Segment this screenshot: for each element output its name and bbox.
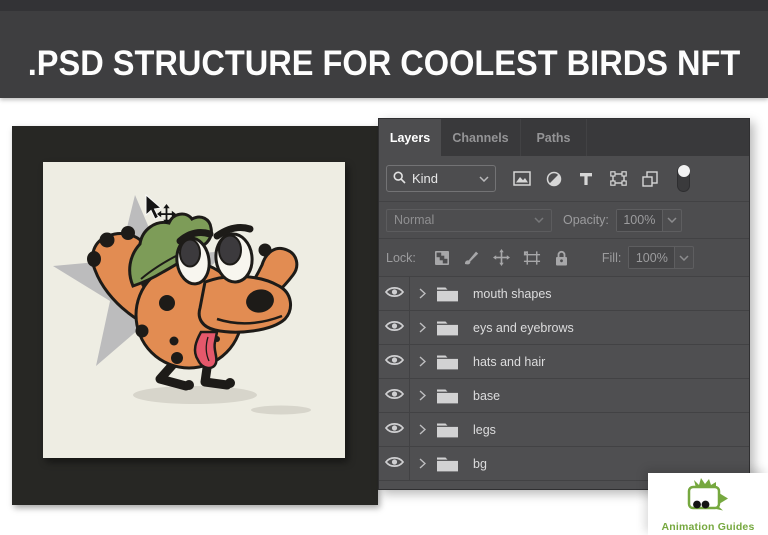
layer-name: base [473, 388, 501, 403]
eye-icon [384, 320, 404, 335]
layer-filter-row: Kind [379, 156, 749, 202]
lock-row: Lock: Fill: 100% [379, 239, 749, 277]
layer-name: eys and eyebrows [473, 320, 574, 335]
lock-position-icon[interactable] [493, 249, 511, 266]
chevron-down-icon [479, 175, 489, 182]
fill-value: 100% [629, 247, 675, 268]
tab-layers-label: Layers [389, 130, 431, 145]
tab-layers[interactable]: Layers [379, 119, 441, 156]
adjustment-layer-filter-icon[interactable] [545, 171, 563, 187]
ground-shadow [133, 386, 257, 404]
pixel-layer-filter-icon[interactable] [513, 171, 531, 186]
visibility-toggle[interactable] [379, 447, 410, 480]
tongue [193, 330, 219, 370]
header-banner: .PSD STRUCTURE FOR COOLEST BIRDS NFT [0, 0, 768, 98]
blend-mode-row: Normal Opacity: 100% [379, 202, 749, 239]
group-folder-icon [436, 353, 459, 370]
brand-logo-card: Animation Guides [648, 473, 768, 535]
eye-icon [384, 422, 404, 437]
visibility-toggle[interactable] [379, 277, 410, 310]
expand-chevron-icon[interactable] [419, 356, 426, 367]
layer-list: mouth shapes eys and eyebrows hats and h… [379, 277, 749, 481]
canvas-pasteboard [12, 126, 378, 505]
opacity-control[interactable]: 100% [615, 208, 682, 232]
lock-artboard-icon[interactable] [523, 250, 541, 266]
visibility-toggle[interactable] [379, 345, 410, 378]
layer-row-eys-and-eyebrows[interactable]: eys and eyebrows [379, 311, 749, 345]
layer-name: bg [473, 456, 487, 471]
page-title: .PSD STRUCTURE FOR COOLEST BIRDS NFT [27, 44, 741, 83]
page: .PSD STRUCTURE FOR COOLEST BIRDS NFT Lay… [0, 0, 768, 535]
layer-name: hats and hair [473, 354, 546, 369]
tab-channels-label: Channels [452, 130, 509, 145]
panel-tabstrip: Layers Channels Paths [379, 119, 749, 156]
brand-logo-text: Animation Guides [661, 521, 755, 533]
opacity-label: Opacity: [563, 213, 609, 227]
expand-chevron-icon[interactable] [419, 322, 426, 333]
canvas-surface[interactable] [43, 162, 345, 458]
type-layer-filter-icon[interactable] [577, 172, 595, 186]
visibility-toggle[interactable] [379, 379, 410, 412]
search-icon [393, 170, 406, 187]
fill-label: Fill: [601, 250, 622, 265]
layers-panel: Layers Channels Paths Kind Normal Opacit… [378, 118, 750, 490]
lock-transparency-icon[interactable] [433, 250, 451, 266]
expand-chevron-icon[interactable] [419, 390, 426, 401]
group-folder-icon [436, 421, 459, 438]
group-folder-icon [436, 455, 459, 472]
header-top-strip [0, 0, 768, 11]
layer-row-base[interactable]: base [379, 379, 749, 413]
bird-logo-icon [676, 476, 740, 521]
filter-toggle[interactable] [677, 165, 690, 192]
fill-control[interactable]: 100% [628, 246, 695, 269]
expand-chevron-icon[interactable] [419, 424, 426, 435]
lock-all-icon[interactable] [553, 250, 571, 266]
filter-toggle-ball [678, 165, 690, 177]
eye-icon [384, 456, 404, 471]
layer-row-mouth-shapes[interactable]: mouth shapes [379, 277, 749, 311]
filter-kind-dropdown[interactable]: Kind [386, 165, 496, 192]
filter-kind-label: Kind [412, 171, 439, 186]
tab-paths-label: Paths [536, 130, 571, 145]
chevron-down-icon [674, 247, 693, 268]
visibility-toggle[interactable] [379, 413, 410, 446]
group-folder-icon [436, 285, 459, 302]
shape-layer-filter-icon[interactable] [609, 171, 627, 186]
layer-row-hats-and-hair[interactable]: hats and hair [379, 345, 749, 379]
chevron-down-icon [534, 217, 544, 223]
eye-icon [384, 286, 404, 301]
lock-pixels-icon[interactable] [463, 249, 481, 266]
lock-label: Lock: [386, 250, 416, 265]
chevron-down-icon [661, 209, 681, 231]
ground-shadow-small [251, 405, 311, 415]
expand-chevron-icon[interactable] [419, 288, 426, 299]
eye-icon [384, 388, 404, 403]
group-folder-icon [436, 387, 459, 404]
smart-object-filter-icon[interactable] [641, 170, 659, 187]
blend-mode-label: Normal [394, 213, 435, 227]
layer-name: mouth shapes [473, 286, 552, 301]
expand-chevron-icon[interactable] [419, 458, 426, 469]
opacity-value: 100% [616, 209, 662, 231]
layer-row-legs[interactable]: legs [379, 413, 749, 447]
character-illustration [53, 193, 311, 415]
eye-icon [384, 354, 404, 369]
blend-mode-dropdown[interactable]: Normal [386, 208, 552, 232]
tab-paths[interactable]: Paths [521, 119, 587, 156]
layer-name: legs [473, 422, 496, 437]
group-folder-icon [436, 319, 459, 336]
visibility-toggle[interactable] [379, 311, 410, 344]
tab-channels[interactable]: Channels [441, 119, 521, 156]
